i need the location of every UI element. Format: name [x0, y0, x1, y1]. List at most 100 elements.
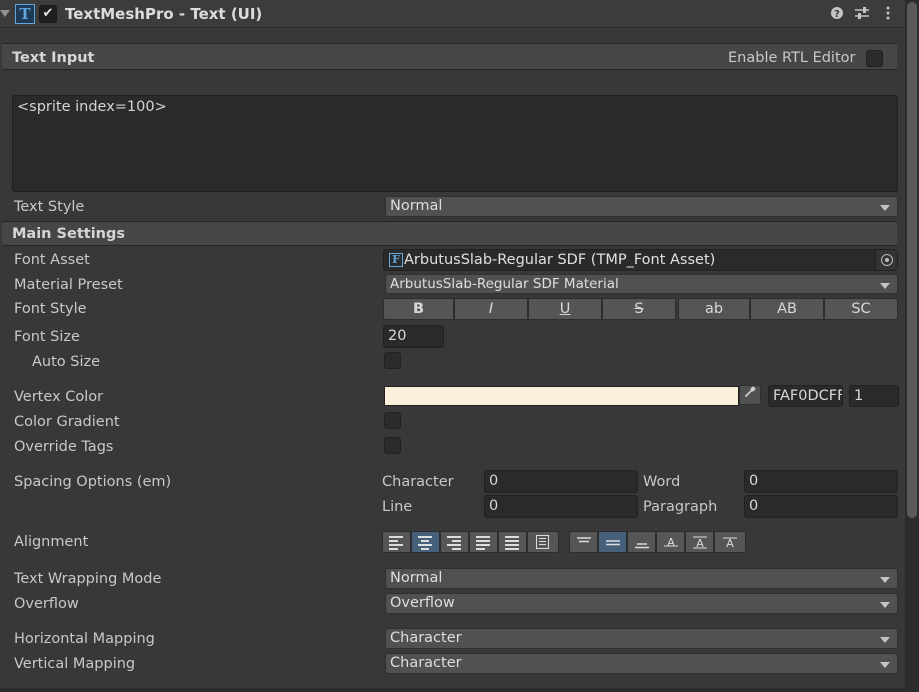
- word-spacing-label: Word: [643, 474, 681, 490]
- align-geometry-center-button[interactable]: [527, 531, 559, 553]
- align-left-icon: [389, 536, 405, 550]
- text-input-section-label: Text Input: [12, 50, 95, 66]
- alignment-label: Alignment: [14, 534, 89, 550]
- component-title: TextMeshPro - Text (UI): [65, 5, 263, 23]
- help-icon[interactable]: ?: [829, 6, 845, 24]
- color-gradient-label: Color Gradient: [14, 414, 120, 430]
- object-picker-icon[interactable]: [875, 250, 897, 270]
- overflow-value: Overflow: [390, 595, 455, 611]
- align-flush-icon: [505, 536, 521, 550]
- preset-settings-icon[interactable]: [854, 6, 870, 24]
- horizontal-mapping-value: Character: [390, 630, 462, 646]
- font-style-label: Font Style: [14, 301, 87, 317]
- svg-text:A: A: [667, 536, 675, 549]
- textmeshpro-icon: T: [15, 4, 35, 24]
- align-justified-button[interactable]: [469, 531, 498, 553]
- font-style-strikethrough-button[interactable]: S: [602, 298, 676, 320]
- word-spacing-field[interactable]: 0: [744, 470, 898, 493]
- text-wrapping-mode-label: Text Wrapping Mode: [14, 571, 162, 587]
- auto-size-toggle[interactable]: [384, 352, 401, 369]
- font-size-label: Font Size: [14, 329, 80, 345]
- inspector-bottom-divider: [0, 688, 905, 692]
- align-baseline-icon: A: [664, 536, 678, 549]
- chevron-down-icon: [880, 602, 890, 608]
- font-size-field[interactable]: 20: [383, 325, 444, 348]
- align-capline-button[interactable]: A: [714, 531, 746, 553]
- text-wrapping-mode-dropdown[interactable]: Normal: [385, 568, 898, 589]
- chevron-down-icon: [880, 662, 890, 668]
- font-asset-field[interactable]: F ArbutusSlab-Regular SDF (TMP_Font Asse…: [383, 249, 898, 271]
- foldout-arrow-icon[interactable]: [0, 10, 10, 17]
- material-preset-value: ArbutusSlab-Regular SDF Material: [390, 276, 619, 292]
- align-center-icon: [418, 536, 434, 550]
- horizontal-mapping-dropdown[interactable]: Character: [385, 628, 898, 649]
- override-tags-toggle[interactable]: [384, 437, 401, 454]
- font-asset-value: ArbutusSlab-Regular SDF (TMP_Font Asset): [404, 252, 716, 268]
- overflow-dropdown[interactable]: Overflow: [385, 593, 898, 614]
- vertical-mapping-dropdown[interactable]: Character: [385, 653, 898, 674]
- auto-size-label: Auto Size: [32, 354, 101, 370]
- vertex-color-hex-field[interactable]: FAF0DCFF: [768, 385, 843, 407]
- align-left-button[interactable]: [382, 531, 411, 553]
- font-style-bold-button[interactable]: B: [383, 298, 454, 320]
- align-middle-button[interactable]: [598, 531, 627, 553]
- align-top-button[interactable]: [569, 531, 598, 553]
- override-tags-label: Override Tags: [14, 439, 114, 455]
- align-midline-button[interactable]: A: [685, 531, 714, 553]
- align-justified-icon: [476, 536, 492, 550]
- font-style-uppercase-button[interactable]: AB: [750, 298, 824, 320]
- vertical-mapping-label: Vertical Mapping: [14, 656, 136, 672]
- overflow-label: Overflow: [14, 596, 79, 612]
- enable-rtl-editor-toggle[interactable]: [866, 50, 883, 67]
- align-baseline-button[interactable]: A: [656, 531, 685, 553]
- color-gradient-toggle[interactable]: [384, 412, 401, 429]
- align-flush-button[interactable]: [498, 531, 527, 553]
- character-spacing-label: Character: [382, 474, 454, 490]
- text-input-area[interactable]: <sprite index=100>: [12, 95, 898, 192]
- font-style-lowercase-button[interactable]: ab: [678, 298, 750, 320]
- more-options-icon[interactable]: [880, 6, 896, 24]
- paragraph-spacing-field[interactable]: 0: [744, 495, 898, 518]
- line-spacing-label: Line: [382, 499, 413, 515]
- vertex-color-swatch[interactable]: [384, 386, 739, 406]
- font-style-underline-button[interactable]: U: [528, 298, 602, 320]
- align-right-button[interactable]: [440, 531, 469, 553]
- align-capline-icon: A: [723, 537, 737, 550]
- text-style-label: Text Style: [14, 199, 85, 215]
- eyedropper-icon[interactable]: [739, 385, 761, 405]
- font-style-smallcaps-button[interactable]: SC: [824, 298, 898, 320]
- scrollbar-thumb[interactable]: [907, 2, 917, 518]
- svg-text:?: ?: [834, 9, 840, 20]
- chevron-down-icon: [880, 283, 890, 289]
- font-style-italic-button[interactable]: I: [454, 298, 528, 320]
- main-settings-section-label: Main Settings: [12, 226, 125, 242]
- align-center-button[interactable]: [411, 531, 440, 553]
- text-style-dropdown[interactable]: Normal: [385, 196, 898, 217]
- material-preset-dropdown[interactable]: ArbutusSlab-Regular SDF Material: [385, 274, 898, 294]
- align-top-icon: [577, 537, 591, 543]
- line-spacing-field[interactable]: 0: [484, 495, 638, 518]
- align-middle-icon: [606, 540, 620, 546]
- svg-text:A: A: [726, 537, 734, 550]
- align-bottom-icon: [635, 543, 649, 549]
- component-enabled-checkbox[interactable]: ✔: [39, 5, 57, 23]
- spacing-options-label: Spacing Options (em): [14, 474, 172, 490]
- material-preset-label: Material Preset: [14, 277, 123, 293]
- align-bottom-button[interactable]: [627, 531, 656, 553]
- horizontal-mapping-label: Horizontal Mapping: [14, 631, 155, 647]
- enable-rtl-editor-label: Enable RTL Editor: [728, 50, 856, 66]
- align-geometry-center-icon: [536, 535, 549, 549]
- vertex-color-label: Vertex Color: [14, 389, 104, 405]
- vertex-color-alpha-field[interactable]: 1: [849, 385, 899, 407]
- chevron-down-icon: [880, 637, 890, 643]
- text-wrapping-mode-value: Normal: [390, 570, 443, 586]
- chevron-down-icon: [880, 577, 890, 583]
- align-right-icon: [447, 536, 463, 550]
- vertical-mapping-value: Character: [390, 655, 462, 671]
- align-midline-icon: A: [693, 536, 707, 550]
- character-spacing-field[interactable]: 0: [484, 470, 638, 493]
- main-settings-section-header[interactable]: [2, 221, 897, 246]
- text-style-value: Normal: [390, 198, 443, 214]
- font-asset-icon: F: [389, 253, 403, 267]
- paragraph-spacing-label: Paragraph: [643, 499, 718, 515]
